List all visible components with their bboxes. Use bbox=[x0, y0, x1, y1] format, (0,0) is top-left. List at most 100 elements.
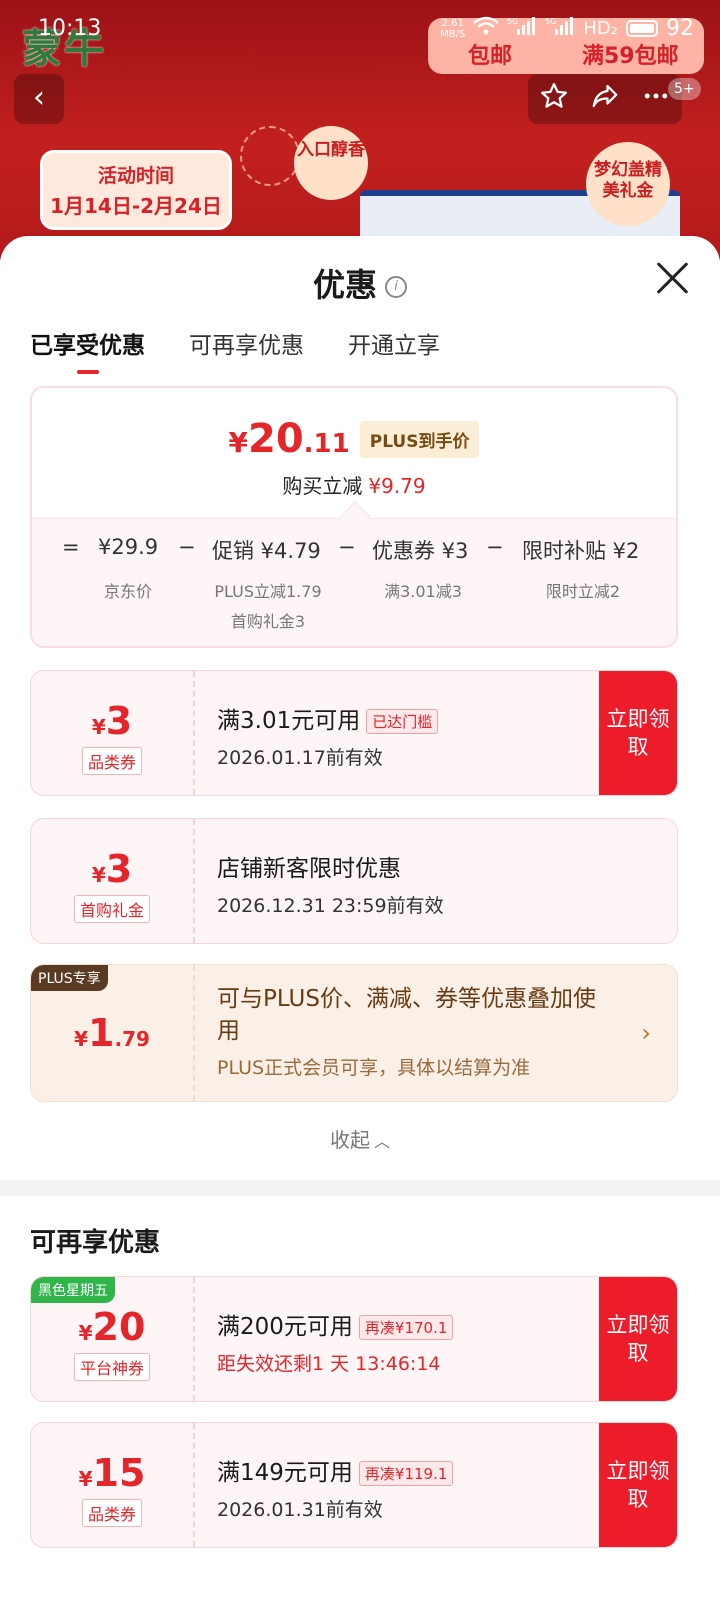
sheet-header: 优惠 i bbox=[0, 236, 720, 324]
collapse-toggle[interactable]: 收起 ︿ bbox=[0, 1124, 720, 1153]
coupon-validity: 2026.12.31 23:59前有效 bbox=[217, 895, 444, 917]
sub-promo: PLUS立减1.79 首购礼金3 bbox=[208, 577, 328, 637]
coupon-type: 品类券 bbox=[81, 1499, 142, 1527]
claim-button[interactable]: 立即领取 bbox=[599, 1277, 677, 1401]
coupon-info: 可与PLUS价、满减、券等优惠叠加使用 PLUS正式会员可享，具体以结算为准 bbox=[217, 983, 617, 1080]
coupon-amount: ¥3 bbox=[31, 847, 193, 891]
signal-icon-1: 5G bbox=[507, 16, 537, 41]
coupon-decimal: .79 bbox=[114, 1027, 150, 1051]
coupon-yen: ¥ bbox=[91, 715, 106, 739]
coupon-condition-text: 满149元可用 bbox=[217, 1460, 353, 1486]
coupon-number: 20 bbox=[92, 1305, 146, 1349]
coupon-amount: ¥3 bbox=[31, 699, 193, 743]
coupon-value: ¥1.79 bbox=[31, 965, 195, 1101]
final-price-decimal: .11 bbox=[303, 429, 350, 459]
coupon-card: ¥3 首购礼金 店铺新客限时优惠 2026.12.31 23:59前有效 bbox=[30, 818, 678, 944]
star-icon[interactable] bbox=[539, 81, 569, 118]
formula-coupon: 优惠券 ¥3 bbox=[372, 539, 469, 563]
chevron-left-icon: ‹ bbox=[33, 80, 45, 115]
tab-enjoyed[interactable]: 已享受优惠 bbox=[30, 326, 145, 374]
plus-discount-card[interactable]: PLUS专享 ¥1.79 可与PLUS价、满减、券等优惠叠加使用 PLUS正式会… bbox=[30, 964, 678, 1102]
message-count-badge: 5+ bbox=[668, 78, 701, 100]
remaining-amount-tag: 再凑¥119.1 bbox=[358, 1461, 454, 1486]
claim-button[interactable]: 立即领取 bbox=[599, 671, 677, 795]
sub-subsidy: 限时立减2 bbox=[545, 582, 621, 601]
network-speed-unit: MB/S bbox=[440, 28, 466, 40]
network-speed-value: 2.61 bbox=[441, 17, 464, 29]
battery-level: 92 bbox=[666, 16, 694, 41]
coupon-yen: ¥ bbox=[78, 1467, 93, 1491]
coupon-value: ¥3 品类券 bbox=[31, 671, 195, 795]
coupon-yen: ¥ bbox=[74, 1027, 89, 1051]
coupon-amount: ¥1.79 bbox=[31, 1011, 193, 1055]
coupon-yen: ¥ bbox=[78, 1321, 93, 1345]
collapse-label: 收起 bbox=[329, 1128, 370, 1152]
coupon-condition: 满149元可用 再凑¥119.1 bbox=[217, 1453, 587, 1487]
coupon-value: ¥15 品类券 bbox=[31, 1423, 195, 1547]
info-icon[interactable]: i bbox=[385, 276, 407, 298]
plus-price-tag: PLUS到手价 bbox=[359, 420, 480, 458]
formula-minus-1: − bbox=[178, 535, 196, 559]
sub-jd-price: 京东价 bbox=[103, 582, 152, 601]
formula-subsidy: 限时补贴 ¥2 bbox=[522, 539, 640, 563]
discount-sheet: 优惠 i 已享受优惠 可再享优惠 开通立享 ¥20.11 PLUS到手价 购买立减 ¥… bbox=[0, 236, 720, 1600]
threshold-reached-tag: 已达门槛 bbox=[366, 709, 439, 734]
chevron-up-icon: ︿ bbox=[373, 1132, 390, 1151]
sheet-title: 优惠 bbox=[312, 266, 377, 304]
final-price-line: ¥20.11 PLUS到手价 bbox=[32, 416, 676, 462]
coupon-validity: 2026.01.31前有效 bbox=[217, 1499, 383, 1521]
discount-tabs: 已享受优惠 可再享优惠 开通立享 bbox=[30, 326, 440, 374]
final-price: ¥20.11 bbox=[229, 416, 350, 462]
coupon-condition-text: 满3.01元可用 bbox=[217, 708, 361, 734]
coupon-condition-text: 满200元可用 bbox=[217, 1314, 353, 1340]
price-summary-card: ¥20.11 PLUS到手价 购买立减 ¥9.79 = ¥29.9 − 促销 ¥4.… bbox=[30, 386, 678, 648]
formula-minus-2: − bbox=[338, 535, 356, 559]
coupon-number: 3 bbox=[105, 699, 133, 743]
coupon-type: 平台神券 bbox=[73, 1353, 150, 1381]
close-icon[interactable] bbox=[654, 260, 690, 296]
claim-button[interactable]: 立即领取 bbox=[599, 1423, 677, 1547]
formula-equals: = bbox=[62, 535, 80, 559]
back-button[interactable]: ‹ bbox=[14, 74, 64, 124]
activity-date-card: 活动时间 1月14日-2月24日 bbox=[40, 150, 232, 230]
remaining-amount-tag: 再凑¥170.1 bbox=[358, 1315, 454, 1340]
coupon-condition: 满200元可用 再凑¥170.1 bbox=[217, 1307, 587, 1341]
reduce-line: 购买立减 ¥9.79 bbox=[32, 470, 676, 499]
final-price-integer: 20 bbox=[248, 416, 304, 462]
reduce-label: 购买立减 bbox=[282, 474, 363, 498]
more-icon[interactable] bbox=[641, 81, 671, 118]
coupon-countdown: 距失效还剩1 天 13:46:14 bbox=[217, 1353, 441, 1375]
share-icon[interactable] bbox=[590, 81, 620, 118]
coupon-condition: 满3.01元可用 已达门槛 bbox=[217, 701, 587, 735]
coupon-type: 品类券 bbox=[81, 747, 142, 775]
coupon-condition: 店铺新客限时优惠 bbox=[217, 856, 401, 882]
formula-jd-price: ¥29.9 bbox=[98, 535, 159, 559]
coupon-info: 满200元可用 再凑¥170.1 距失效还剩1 天 13:46:14 bbox=[217, 1307, 587, 1376]
coupon-amount: ¥15 bbox=[31, 1451, 193, 1495]
hd-indicator: HD₂ bbox=[583, 18, 618, 39]
coupon-card: 黑色星期五 ¥20 平台神券 满200元可用 再凑¥170.1 距失效还剩1 天 … bbox=[30, 1276, 678, 1402]
coupon-condition: 可与PLUS价、满减、券等优惠叠加使用 bbox=[217, 986, 596, 1044]
price-breakdown: = ¥29.9 − 促销 ¥4.79 − 优惠券 ¥3 − 限时补贴 ¥2 京东… bbox=[32, 518, 676, 646]
coupon-value: ¥20 平台神券 bbox=[31, 1277, 195, 1401]
coupon-note: PLUS正式会员可享，具体以结算为准 bbox=[217, 1057, 531, 1079]
battery-icon bbox=[626, 20, 658, 37]
coupon-number: 3 bbox=[105, 847, 133, 891]
final-price-yen: ¥ bbox=[228, 426, 248, 459]
formula-minus-3: − bbox=[486, 535, 504, 559]
banner-badge-gift: 梦幻盖精美礼金 bbox=[586, 142, 670, 226]
top-actions bbox=[528, 74, 682, 124]
banner-badge-taste: 入口醇香 bbox=[294, 126, 368, 200]
section-divider bbox=[0, 1180, 720, 1196]
network-speed: 2.61 MB/S bbox=[440, 18, 465, 40]
coupon-value: ¥3 首购礼金 bbox=[31, 819, 195, 943]
wifi-icon bbox=[473, 16, 500, 41]
tab-activate[interactable]: 开通立享 bbox=[348, 326, 440, 370]
firework-decoration bbox=[240, 126, 300, 186]
activity-date-range: 1月14日-2月24日 bbox=[50, 194, 222, 218]
tab-more-discounts[interactable]: 可再享优惠 bbox=[189, 326, 304, 370]
status-time: 10:13 bbox=[38, 16, 102, 41]
signal-icon-2: 5G bbox=[545, 16, 575, 41]
price-summary-top: ¥20.11 PLUS到手价 购买立减 ¥9.79 bbox=[32, 388, 676, 518]
status-bar: 10:13 2.61 MB/S 5G 5G HD₂ 92 bbox=[0, 0, 720, 58]
